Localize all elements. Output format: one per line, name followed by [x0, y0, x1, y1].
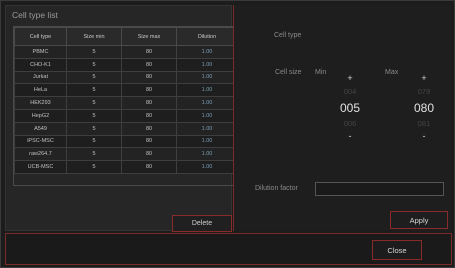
size-max-cell: 80: [121, 45, 177, 59]
max-increment-button[interactable]: +: [404, 71, 444, 85]
size-max-cell: 80: [121, 134, 177, 149]
size-max-cell: 80: [121, 70, 177, 85]
cell-type-cell: iPSC-MSC: [14, 134, 67, 149]
min-size-spinner[interactable]: + 004 005 006 -: [330, 71, 370, 143]
dilution-cell: 1.00: [176, 45, 238, 59]
table-row[interactable]: HeLa 5 80 1.00: [14, 83, 238, 98]
cell-type-cell: Jurkat: [14, 70, 67, 85]
size-min-cell: 5: [66, 57, 122, 72]
table-row[interactable]: A549 5 80 1.00: [14, 121, 238, 136]
cell-type-label: Cell type: [274, 32, 302, 39]
cell-type-cell: CHO-K1: [14, 57, 67, 72]
cell-type-cell: UCB-MSC: [14, 160, 67, 174]
table-row[interactable]: UCB-MSC 5 80 1.00: [14, 160, 238, 174]
table-row[interactable]: raw264.7 5 80 1.00: [14, 147, 238, 162]
table-header-row: Cell type Size min Size max Dilution: [14, 27, 238, 46]
close-button[interactable]: Close: [372, 240, 422, 260]
cell-type-cell: raw264.7: [14, 147, 67, 162]
column-header-size-min: Size min: [66, 27, 122, 46]
cell-size-label: Cell size: [275, 69, 302, 76]
size-max-cell: 80: [121, 83, 177, 98]
apply-button[interactable]: Apply: [390, 211, 448, 229]
max-current-value: 080: [413, 101, 435, 115]
size-min-cell: 5: [66, 108, 122, 123]
dialog-footer: Close: [5, 233, 452, 265]
size-min-cell: 5: [66, 134, 122, 149]
min-current-value: 005: [339, 101, 361, 115]
delete-button[interactable]: Delete: [172, 215, 232, 232]
min-label: Min: [315, 69, 327, 76]
cell-type-table: Cell type Size min Size max Dilution PBM…: [13, 26, 238, 186]
size-min-cell: 5: [66, 83, 122, 98]
dilution-cell: 1.00: [176, 134, 238, 149]
dilution-cell: 1.00: [176, 70, 238, 85]
table-row[interactable]: iPSC-MSC 5 80 1.00: [14, 134, 238, 149]
min-next-value: 006: [343, 119, 357, 128]
table-row[interactable]: PBMC 5 80 1.00: [14, 45, 238, 59]
column-header-dilution: Dilution: [176, 27, 238, 46]
cell-type-cell: HeLa: [14, 83, 67, 98]
dilution-factor-label: Dilution factor: [255, 185, 298, 192]
table-row[interactable]: CHO-K1 5 80 1.00: [14, 57, 238, 72]
size-max-cell: 80: [121, 108, 177, 123]
panel-title: Cell type list: [12, 10, 58, 20]
cell-type-cell: PBMC: [14, 45, 67, 59]
dilution-cell: 1.00: [176, 96, 238, 110]
size-min-cell: 5: [66, 96, 122, 110]
cell-type-cell: HepG2: [14, 108, 67, 123]
dilution-cell: 1.00: [176, 121, 238, 136]
dilution-cell: 1.00: [176, 57, 238, 72]
max-size-spinner[interactable]: + 079 080 081 -: [404, 71, 444, 143]
cell-type-editor-panel: Cell type Cell size Min Max + 004 005 00…: [233, 5, 451, 231]
max-prev-value: 079: [417, 87, 431, 96]
min-increment-button[interactable]: +: [330, 71, 370, 85]
size-min-cell: 5: [66, 70, 122, 85]
table-row[interactable]: HEK293 5 80 1.00: [14, 96, 238, 110]
size-min-cell: 5: [66, 45, 122, 59]
max-decrement-button[interactable]: -: [404, 131, 444, 143]
table-row[interactable]: HepG2 5 80 1.00: [14, 108, 238, 123]
size-min-cell: 5: [66, 121, 122, 136]
max-next-value: 081: [417, 119, 431, 128]
column-header-cell-type: Cell type: [14, 27, 67, 46]
min-decrement-button[interactable]: -: [330, 131, 370, 143]
max-label: Max: [385, 69, 399, 76]
size-max-cell: 80: [121, 160, 177, 174]
cell-type-dialog: Cell type list Cell type Size min Size m…: [0, 0, 455, 268]
size-max-cell: 80: [121, 57, 177, 72]
size-max-cell: 80: [121, 147, 177, 162]
cell-type-cell: A549: [14, 121, 67, 136]
size-min-cell: 5: [66, 160, 122, 174]
dilution-factor-input[interactable]: [315, 182, 444, 196]
size-max-cell: 80: [121, 121, 177, 136]
dilution-cell: 1.00: [176, 147, 238, 162]
cell-type-list-panel: Cell type list Cell type Size min Size m…: [5, 5, 238, 232]
dilution-cell: 1.00: [176, 108, 238, 123]
size-min-cell: 5: [66, 147, 122, 162]
min-prev-value: 004: [343, 87, 357, 96]
size-max-cell: 80: [121, 96, 177, 110]
column-header-size-max: Size max: [121, 27, 177, 46]
dilution-cell: 1.00: [176, 160, 238, 174]
dilution-cell: 1.00: [176, 83, 238, 98]
table-row[interactable]: Jurkat 5 80 1.00: [14, 70, 238, 85]
cell-type-cell: HEK293: [14, 96, 67, 110]
